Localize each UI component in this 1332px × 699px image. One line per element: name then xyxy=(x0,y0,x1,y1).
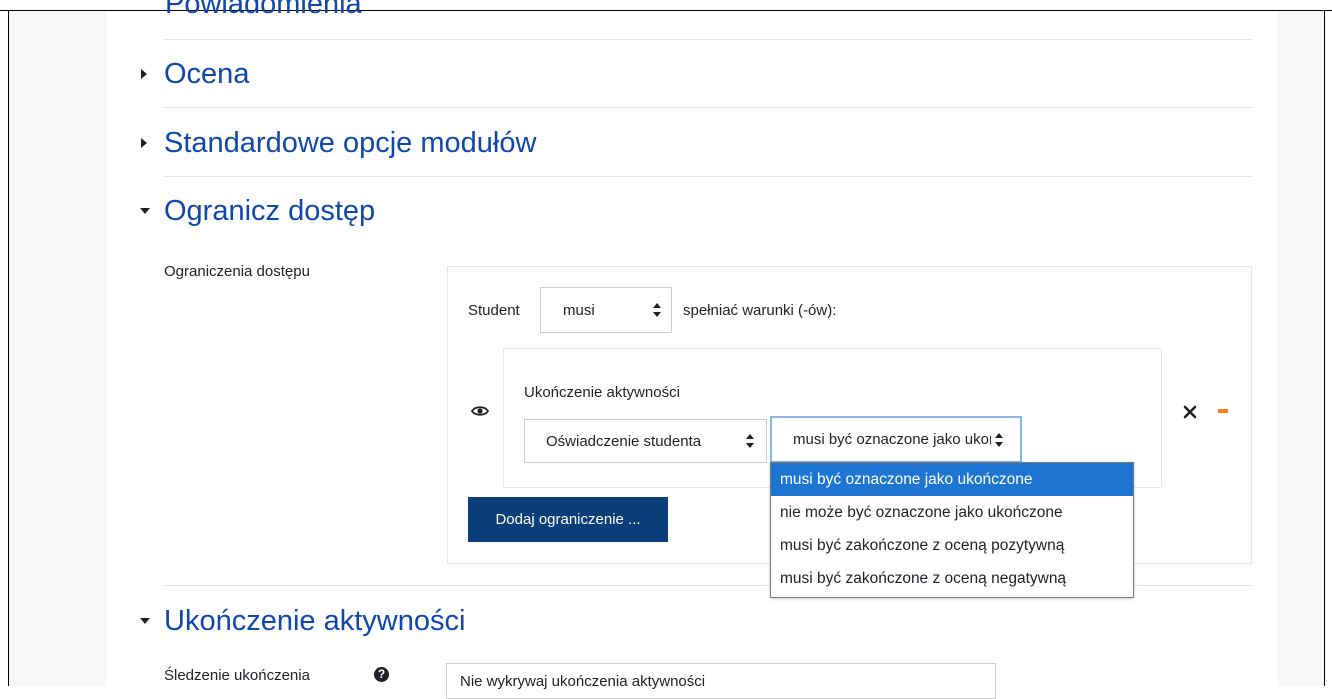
completion-state-dropdown: musi być oznaczone jako ukończone nie mo… xyxy=(770,462,1134,598)
dropdown-option[interactable]: musi być zakończone z oceną negatywną xyxy=(771,562,1133,595)
help-icon[interactable]: ? xyxy=(374,667,389,682)
student-prefix-label: Student xyxy=(468,302,520,319)
select-arrows-icon xyxy=(746,434,754,448)
section-grade-title: Ocena xyxy=(164,57,250,90)
must-suffix-label: spełniać warunki (-ów): xyxy=(683,302,837,319)
eye-icon[interactable] xyxy=(471,404,489,418)
divider xyxy=(163,176,1253,177)
section-activity-completion-title: Ukończenie aktywności xyxy=(164,604,466,637)
completion-tracking-label: Śledzenie ukończenia xyxy=(164,667,310,684)
completion-tracking-select[interactable]: Nie wykrywaj ukończenia aktywności xyxy=(446,663,996,699)
must-select-value: musi xyxy=(563,301,595,319)
add-restriction-button[interactable]: Dodaj ograniczenie ... xyxy=(468,497,668,542)
left-gutter xyxy=(9,11,106,686)
delete-condition-icon[interactable] xyxy=(1183,405,1197,419)
remove-icon[interactable] xyxy=(1218,409,1228,413)
right-gutter xyxy=(1278,11,1324,686)
frame-left-border xyxy=(8,10,9,686)
activity-select[interactable]: Oświadczenie studenta xyxy=(524,419,767,463)
section-notifications-partial[interactable]: Powiadomienia xyxy=(165,0,362,21)
section-grade[interactable]: Ocena xyxy=(138,55,249,93)
dropdown-option[interactable]: nie może być oznaczone jako ukończone xyxy=(771,496,1133,529)
collapsed-chevron-icon xyxy=(138,138,164,148)
divider xyxy=(163,107,1253,108)
frame-right-border xyxy=(1324,10,1325,686)
divider xyxy=(163,39,1253,40)
restrict-access-label: Ograniczenia dostępu xyxy=(164,263,310,280)
condition-title: Ukończenie aktywności xyxy=(524,384,680,401)
dropdown-option[interactable]: musi być oznaczone jako ukończone xyxy=(771,463,1133,496)
collapsed-chevron-icon xyxy=(138,69,164,79)
select-arrows-icon xyxy=(653,303,661,317)
dropdown-option[interactable]: musi być zakończone z oceną pozytywną xyxy=(771,529,1133,562)
completion-state-select-value: musi być oznaczone jako ukończone xyxy=(793,431,991,448)
activity-select-value: Oświadczenie studenta xyxy=(546,432,702,450)
section-restrict-access[interactable]: Ogranicz dostęp xyxy=(138,192,375,230)
expanded-chevron-icon xyxy=(138,208,164,214)
section-standard-module-title: Standardowe opcje modułów xyxy=(164,126,537,159)
must-select[interactable]: musi xyxy=(540,287,672,333)
completion-tracking-value: Nie wykrywaj ukończenia aktywności xyxy=(460,673,706,690)
select-arrows-icon xyxy=(995,433,1003,447)
section-activity-completion[interactable]: Ukończenie aktywności xyxy=(138,602,465,640)
expanded-chevron-icon xyxy=(138,618,164,624)
completion-state-select[interactable]: musi być oznaczone jako ukończone xyxy=(770,416,1022,463)
section-standard-module[interactable]: Standardowe opcje modułów xyxy=(138,124,536,162)
section-restrict-access-title: Ogranicz dostęp xyxy=(164,194,376,227)
